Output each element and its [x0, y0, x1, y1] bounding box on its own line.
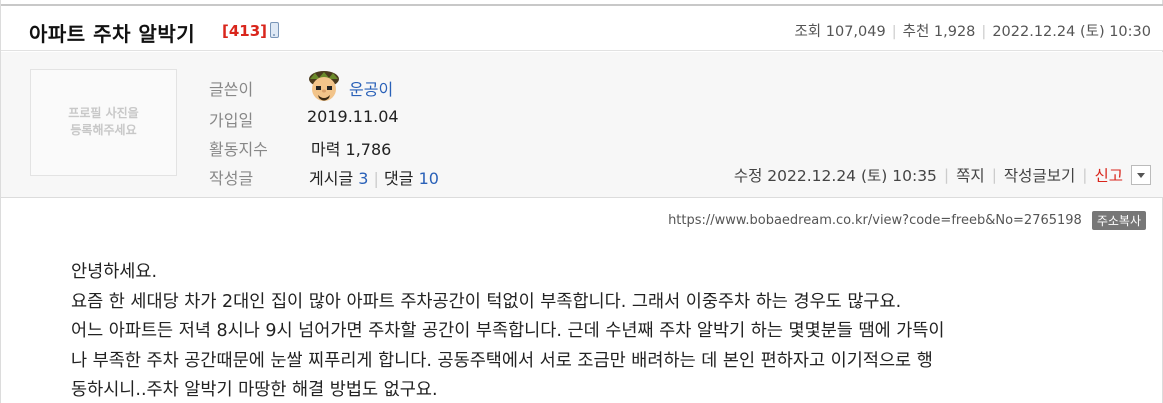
mobile-icon — [270, 22, 279, 38]
comments-text: 댓글 — [384, 169, 414, 188]
body-line: 안녕하세요. — [71, 262, 158, 282]
body-line: 어느 아파트든 저녁 8시나 9시 넘어가면 주차할 공간이 부족합니다. 근데… — [71, 321, 945, 341]
author-label: 글쓴이 — [209, 80, 254, 99]
profile-photo-text: 프로필 사진을 등록해주세요 — [68, 106, 139, 137]
divider: | — [1082, 166, 1088, 184]
activity-value: 마력 1,786 — [311, 140, 392, 159]
posts-label: 작성글 — [209, 169, 254, 188]
body-line: 나 부족한 주차 공간때문에 눈쌀 찌푸리게 합니다. 공동주택에서 서로 조금… — [71, 350, 933, 371]
joined-label: 가입일 — [209, 111, 254, 130]
author-profile: 프로필 사진을 등록해주세요 글쓴이 가입일 활동지수 작성글 운공이 2019… — [1, 52, 1163, 198]
posts-count[interactable]: 3 — [358, 169, 368, 188]
post-view: 아파트 주차 알박기 [413] 조회 107,049 | 추천 1,928 | 202… — [0, 0, 1163, 403]
joined-date: 2019.11.04 — [307, 107, 399, 126]
activity-label: 활동지수 — [209, 140, 268, 159]
post-count-label: 게시글 3 | 댓글 10 — [309, 165, 439, 189]
post-stats: 조회 107,049 | 추천 1,928 | 2022.12.24 (토) 10:30 — [794, 20, 1151, 41]
recommend-count: 추천 1,928 — [902, 24, 976, 40]
post-date: 2022.12.24 (토) 10:30 — [992, 24, 1151, 40]
posts-text: 게시글 — [309, 169, 354, 188]
post-actions: 수정 2022.12.24 (토) 10:35 | 쪽지 | 작성글보기 | 신고 — [734, 164, 1151, 186]
post-body: 안녕하세요. 요즘 한 세대당 차가 2대인 집이 많아 아파트 주차공간이 턱… — [71, 258, 1131, 403]
post-title: 아파트 주차 알박기 — [29, 22, 196, 46]
divider: | — [373, 169, 379, 188]
chevron-down-icon[interactable] — [1131, 165, 1151, 185]
divider: | — [991, 166, 997, 184]
divider: | — [981, 24, 987, 40]
post-header: 아파트 주차 알박기 [413] 조회 107,049 | 추천 1,928 | 202… — [1, 4, 1163, 51]
body-line: 동하시니..주차 알박기 마땅한 해결 방법도 없구요. — [71, 380, 438, 400]
comments-count[interactable]: 10 — [419, 169, 439, 188]
comment-count[interactable]: [413] — [222, 22, 267, 40]
post-url-bar: https://www.bobaedream.co.kr/view?code=f… — [668, 211, 1146, 230]
view-posts-link[interactable]: 작성글보기 — [1004, 164, 1075, 186]
avatar-icon[interactable] — [307, 70, 341, 104]
report-link[interactable]: 신고 — [1094, 164, 1123, 186]
view-count: 조회 107,049 — [794, 24, 886, 40]
author-name[interactable]: 운공이 — [349, 76, 393, 100]
copy-url-button[interactable]: 주소복사 — [1091, 211, 1146, 230]
divider: | — [891, 24, 897, 40]
divider: | — [943, 166, 950, 184]
message-link[interactable]: 쪽지 — [956, 164, 985, 186]
edited-date: 수정 2022.12.24 (토) 10:35 — [733, 167, 937, 185]
post-url: https://www.bobaedream.co.kr/view?code=f… — [668, 213, 1082, 228]
profile-photo-placeholder: 프로필 사진을 등록해주세요 — [30, 69, 177, 176]
body-line: 요즘 한 세대당 차가 2대인 집이 많아 아파트 주차공간이 턱없이 부족합니… — [71, 291, 902, 312]
